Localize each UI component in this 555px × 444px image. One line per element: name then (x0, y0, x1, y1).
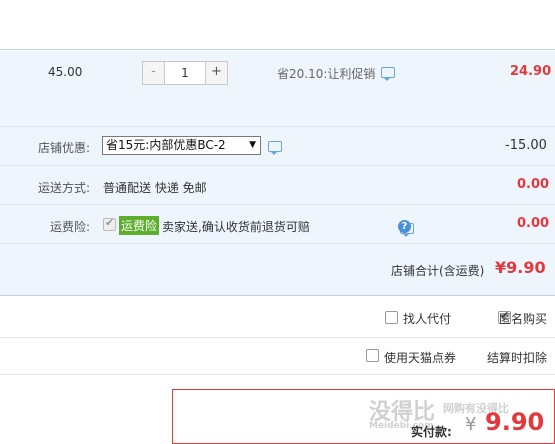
shipping-row: 运送方式: 普通配送 快递 免邮 0.00 (0, 165, 555, 204)
insurance-label: 运费险: (49, 220, 90, 234)
chat-icon[interactable] (268, 141, 282, 155)
shop-total-row: 店铺合计(含运费) ¥9.90 (0, 243, 555, 296)
shipping-options: 普通配送 快递 免邮 (103, 181, 207, 195)
payment-currency: ¥ (465, 414, 477, 435)
item-subtotal: 24.90 (510, 64, 552, 79)
anonymous-label[interactable]: 匿名购买 (499, 310, 547, 327)
shop-discount-select[interactable]: 省15元:内部优惠BC-2 ▼ (102, 136, 261, 155)
insurance-text: 卖家送,确认收货前退货可赔 (162, 220, 310, 234)
payment-amount: 9.90 (485, 408, 545, 436)
shipping-label: 运送方式: (37, 181, 90, 195)
insurance-checkbox (103, 216, 116, 231)
shop-discount-amount: -15.00 (505, 138, 547, 153)
qty-increase-button[interactable]: + (205, 62, 227, 84)
item-row: 45.00 - 1 + 省20.10:让利促销 24.90 (0, 51, 555, 126)
quantity-stepper[interactable]: - 1 + (142, 61, 228, 85)
tmall-points-checkbox[interactable] (366, 349, 379, 362)
qty-input[interactable]: 1 (165, 62, 205, 84)
item-promo-text: 省20.10:让利促销 (277, 67, 376, 81)
shop-total-label: 店铺合计(含运费) (391, 264, 485, 278)
deduct-at-settle-label: 结算时扣除 (487, 351, 548, 365)
shop-discount-row: 店铺优惠: 省15元:内部优惠BC-2 ▼ -15.00 (0, 126, 555, 165)
shop-total-value: ¥9.90 (495, 258, 546, 277)
insurance-row: 运费险: 运费险 卖家送,确认收货前退货可赔 ? 0.00 (0, 204, 555, 243)
payment-box: 没得比 Meidebi.com 网购有没得比 实付款: ¥ 9.90 (172, 389, 555, 444)
chat-icon[interactable] (381, 67, 395, 81)
options-row-1: 找人代付 匿名购买 (0, 297, 555, 337)
help-icon[interactable]: ? (398, 220, 411, 233)
divider (0, 374, 555, 375)
pay-for-me-label[interactable]: 找人代付 (403, 310, 451, 327)
order-panel: 45.00 - 1 + 省20.10:让利促销 24.90 店铺优惠: 省15元… (0, 51, 555, 296)
shop-discount-selected: 省15元:内部优惠BC-2 (106, 138, 226, 152)
top-strip (0, 0, 555, 50)
dropdown-arrow-icon: ▼ (249, 140, 256, 150)
pay-for-me-checkbox[interactable] (385, 311, 398, 324)
insurance-amount: 0.00 (517, 216, 550, 231)
shipping-amount: 0.00 (517, 177, 550, 192)
payment-label: 实付款: (411, 425, 452, 439)
insurance-tag: 运费险 (119, 216, 160, 235)
item-price: 45.00 (48, 65, 83, 79)
qty-decrease-button[interactable]: - (143, 62, 165, 84)
options-row-2: 使用天猫点券 结算时扣除 (0, 338, 555, 374)
tmall-points-label[interactable]: 使用天猫点券 (384, 349, 456, 366)
shop-discount-label: 店铺优惠: (37, 141, 90, 155)
